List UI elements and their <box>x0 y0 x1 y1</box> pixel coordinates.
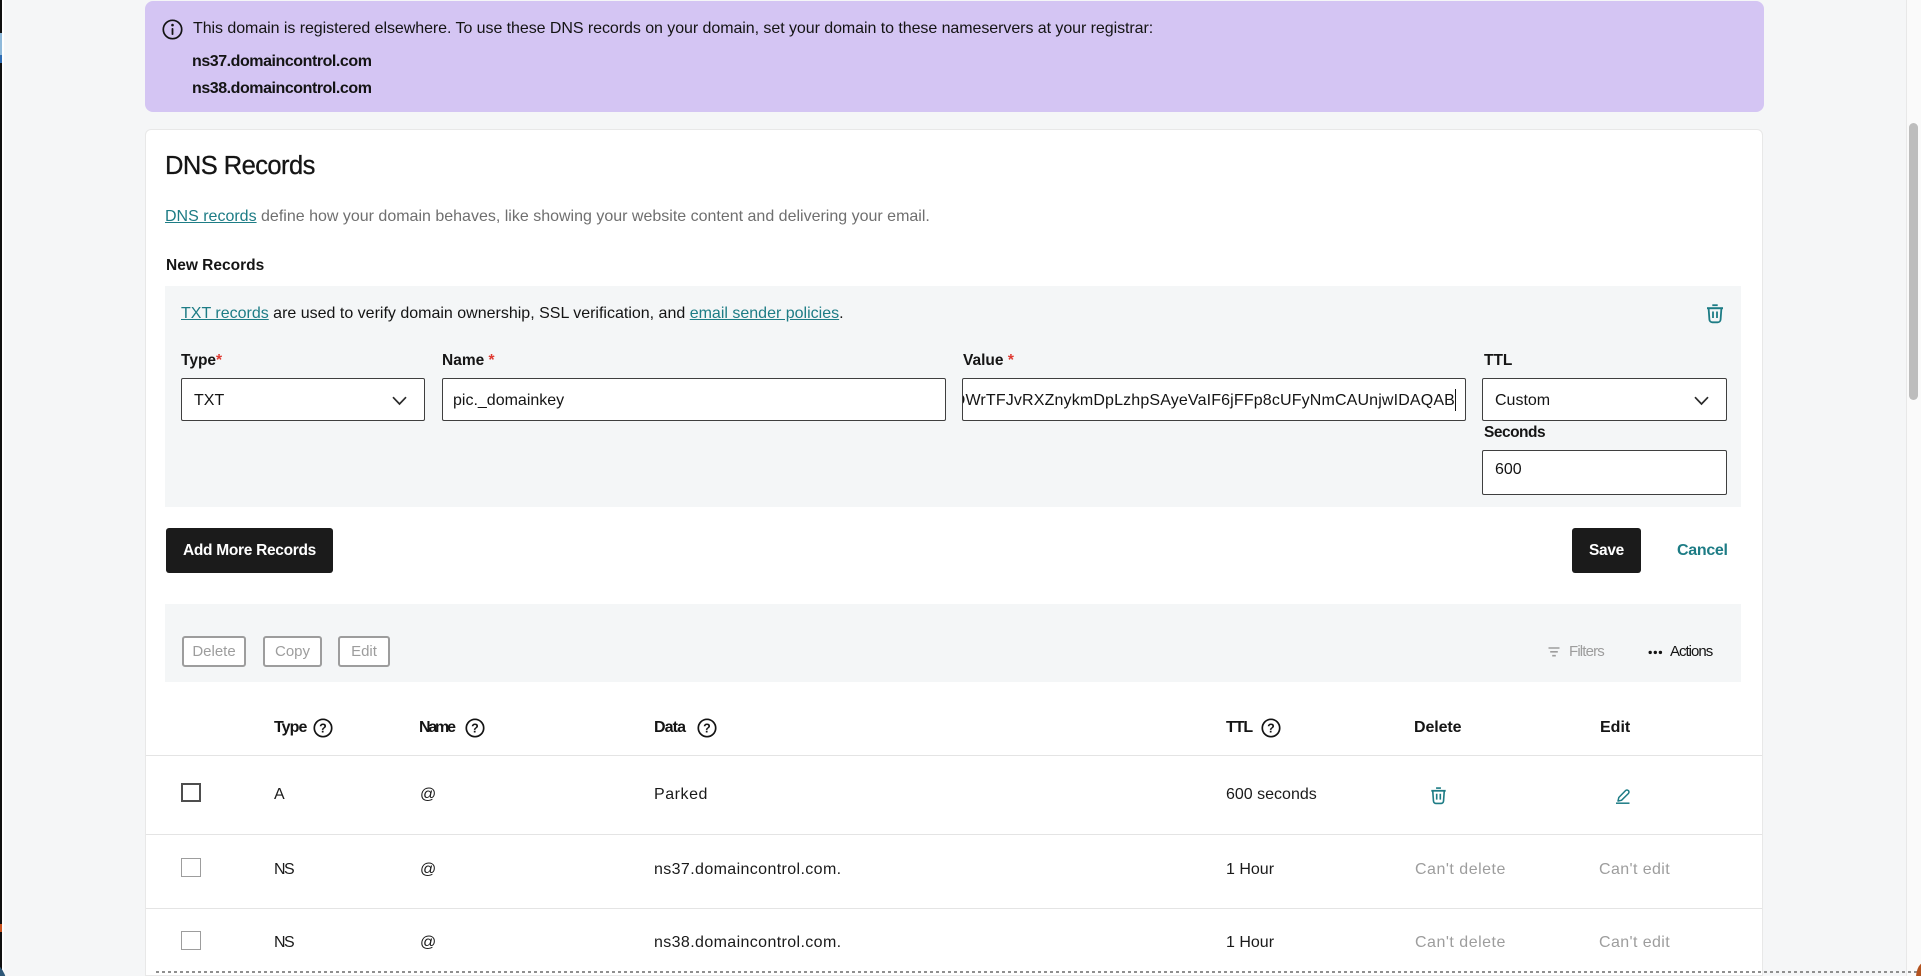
svg-text:?: ? <box>319 722 327 736</box>
svg-text:?: ? <box>1267 722 1275 736</box>
svg-text:?: ? <box>703 722 711 736</box>
svg-text:?: ? <box>471 722 479 736</box>
